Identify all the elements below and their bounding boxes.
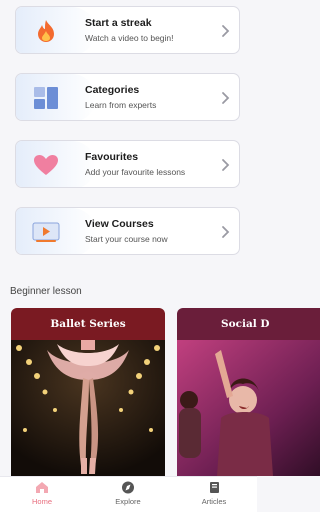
lesson-card-social-dance[interactable]: Social D (177, 308, 320, 476)
card-title: Start a streak (85, 17, 152, 29)
card-subtitle: Start your course now (85, 234, 168, 244)
card-subtitle: Add your favourite lessons (85, 167, 186, 177)
bottom-navigation: Home Explore Articles (0, 476, 257, 512)
flame-icon (32, 19, 60, 43)
lesson-card-ballet[interactable]: Ballet Series (11, 308, 165, 476)
nav-explore[interactable]: Explore (98, 481, 158, 506)
home-icon (36, 482, 48, 493)
grid-icon (32, 86, 60, 110)
card-title: Categories (85, 84, 140, 96)
nav-articles-label: Articles (201, 497, 227, 506)
nav-home-label: Home (31, 497, 52, 506)
heart-icon (32, 153, 60, 177)
categories-card[interactable]: Categories Learn from experts (15, 73, 240, 121)
nav-home[interactable]: Home (12, 481, 72, 506)
lesson-title: Ballet Series (11, 308, 165, 340)
chevron-right-icon (222, 159, 230, 171)
nav-articles[interactable]: Articles (184, 481, 244, 506)
card-title: View Courses (85, 218, 154, 230)
card-title: Favourites (85, 151, 139, 163)
view-courses-card[interactable]: View Courses Start your course now (15, 207, 240, 255)
card-subtitle: Watch a video to begin! (85, 33, 174, 43)
video-icon (32, 220, 60, 244)
favourites-card[interactable]: Favourites Add your favourite lessons (15, 140, 240, 188)
chevron-right-icon (222, 226, 230, 238)
card-subtitle: Learn from experts (85, 100, 157, 110)
chevron-right-icon (222, 25, 230, 37)
social-dance-image (177, 340, 320, 476)
section-title: Beginner lesson (10, 286, 82, 297)
lesson-title: Social D (177, 308, 320, 340)
ballet-image (11, 340, 165, 476)
nav-explore-label: Explore (115, 497, 141, 506)
compass-icon (122, 481, 134, 494)
book-icon (210, 482, 219, 493)
chevron-right-icon (222, 92, 230, 104)
start-streak-card[interactable]: Start a streak Watch a video to begin! (15, 6, 240, 54)
